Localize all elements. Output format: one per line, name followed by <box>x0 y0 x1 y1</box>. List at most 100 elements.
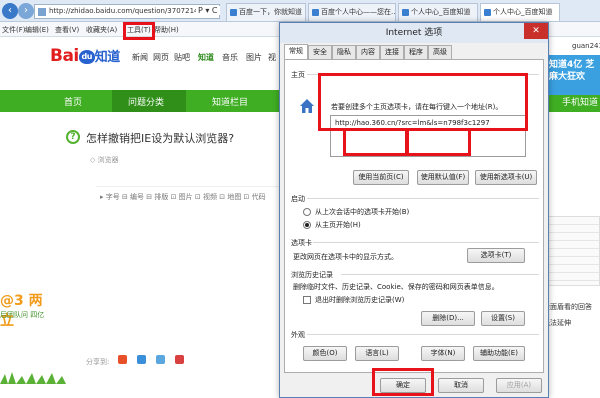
tab-privacy[interactable]: 隐私 <box>332 45 356 59</box>
colors-button[interactable]: 颜色(O) <box>303 346 347 361</box>
nav-video[interactable]: 视 <box>268 52 276 63</box>
share-renren-icon[interactable] <box>175 355 184 364</box>
apply-button[interactable]: 应用(A) <box>496 378 542 393</box>
close-icon[interactable]: ✕ <box>524 23 548 39</box>
history-group-label: 浏览历史记录 <box>291 271 333 279</box>
panel-row <box>546 241 599 249</box>
delete-on-exit-label: 退出时删除浏览历史记录(W) <box>315 296 405 304</box>
divider <box>307 198 539 199</box>
nav-news[interactable]: 新闻 <box>132 52 148 63</box>
highlight-homepage-url <box>318 73 528 131</box>
divider <box>307 334 539 335</box>
browser-titlebar: ‹ › http://zhidao.baidu.com/question/370… <box>0 0 600 22</box>
right-promo-banner[interactable]: 知道4亿 芝麻大狂欢 <box>545 55 600 95</box>
browser-tab-1[interactable]: 百度一下，你就知道 <box>226 3 306 21</box>
left-promo-banner[interactable]: @3 两立 后团队问 四亿 <box>0 290 50 336</box>
divider <box>341 274 539 275</box>
share-qzone-icon[interactable] <box>137 355 146 364</box>
baidu-icon <box>230 9 237 16</box>
promo-subline: 后团队问 四亿 <box>0 311 45 319</box>
cancel-button[interactable]: 取消 <box>438 378 484 393</box>
fonts-button[interactable]: 字体(N) <box>421 346 465 361</box>
greenbar-columns[interactable]: 知道栏目 <box>212 95 248 108</box>
editor-toolbar[interactable]: ▸ 字号 ⊟ 编号 ⊟ 排版 ⊡ 图片 ⊡ 视频 ⊡ 地图 ⊡ 代码 <box>100 192 266 202</box>
startup-option-1-label: 从上次会话中的选项卡开始(B) <box>315 208 410 216</box>
answer-editor[interactable] <box>96 186 280 336</box>
baidu-icon <box>484 9 491 16</box>
accessibility-button[interactable]: 辅助功能(E) <box>473 346 525 361</box>
use-current-button[interactable]: 使用当前页(C) <box>353 170 409 185</box>
delete-on-exit-checkbox[interactable] <box>303 296 311 304</box>
tab-content[interactable]: 内容 <box>356 45 380 59</box>
nav-music[interactable]: 音乐 <box>222 52 238 63</box>
browser-tab-4[interactable]: 个人中心_百度知道 <box>480 3 560 21</box>
startup-homepage-radio[interactable] <box>303 221 311 229</box>
share-label: 分享到: <box>86 358 110 366</box>
greenbar-categories[interactable]: 问题分类 <box>128 95 164 108</box>
dialog-title: Internet 选项 <box>280 23 548 43</box>
menu-view[interactable]: 查看(V) <box>55 25 79 35</box>
browser-tab-3[interactable]: 个人中心_百度知道 <box>398 3 478 21</box>
highlight-tools-menu <box>123 22 155 40</box>
nav-images[interactable]: 图片 <box>246 52 262 63</box>
tab-label: 个人中心_百度知道 <box>411 8 471 16</box>
tabs-description: 更改网页在选项卡中的显示方式。 <box>293 253 398 261</box>
browser-tab-2[interactable]: 百度个人中心——您在... <box>308 3 396 21</box>
menu-favorites[interactable]: 收藏夹(A) <box>86 25 117 35</box>
greenbar-mobile[interactable]: 手机知道 <box>562 95 598 108</box>
panel-row <box>546 257 599 265</box>
tab-advanced[interactable]: 高级 <box>428 45 452 59</box>
tag-browser[interactable]: ◇ 浏览器 <box>90 155 119 165</box>
nav-zhidao[interactable]: 知道 <box>198 52 214 63</box>
use-new-tab-button[interactable]: 使用新选项卡(U) <box>475 170 537 185</box>
tab-label: 百度个人中心——您在... <box>321 8 396 16</box>
tab-general[interactable]: 常规 <box>284 44 308 59</box>
tab-connections[interactable]: 连接 <box>380 45 404 59</box>
back-button[interactable]: ‹ <box>2 3 18 19</box>
menu-file[interactable]: 文件(F) <box>2 25 26 35</box>
baidu-icon <box>402 9 409 16</box>
menu-help[interactable]: 帮助(H) <box>154 25 179 35</box>
tab-security[interactable]: 安全 <box>308 45 332 59</box>
question-title: 怎样撤销把IE设为默认浏览器? <box>86 132 235 145</box>
tab-programs[interactable]: 程序 <box>404 45 428 59</box>
username[interactable]: guan2419 <box>572 42 600 50</box>
share-weibo-icon[interactable] <box>118 355 127 364</box>
highlight-use-default <box>405 128 471 156</box>
share-tencent-icon[interactable] <box>156 355 165 364</box>
menu-edit[interactable]: 编辑(E) <box>25 25 49 35</box>
tab-label: 百度一下，你就知道 <box>239 8 302 16</box>
panel-row <box>546 217 599 225</box>
home-group-label: 主页 <box>291 71 305 79</box>
right-link-1[interactable]: 金面盾看的回答 <box>543 302 592 312</box>
divider <box>313 242 539 243</box>
startup-last-session-radio[interactable] <box>303 208 311 216</box>
forward-button[interactable]: › <box>18 3 34 19</box>
history-settings-button[interactable]: 设置(S) <box>481 311 525 326</box>
address-text: http://zhidao.baidu.com/question/3707214… <box>49 7 220 15</box>
address-controls[interactable]: P ▾ C <box>196 6 220 15</box>
page-icon <box>38 8 46 16</box>
languages-button[interactable]: 语言(L) <box>355 346 399 361</box>
panel-row <box>546 249 599 257</box>
nav-web[interactable]: 网页 <box>153 52 169 63</box>
logo-text: Bai <box>50 46 79 66</box>
nav-tieba[interactable]: 贴吧 <box>174 52 190 63</box>
panel-row <box>546 225 599 233</box>
logo-zhidao: 知道 <box>94 50 121 65</box>
startup-group-label: 启动 <box>291 195 305 203</box>
home-icon <box>300 99 314 113</box>
greenbar-home[interactable]: 首页 <box>64 95 82 108</box>
right-side-panel <box>545 216 600 286</box>
baidu-logo[interactable]: Bai du 知道 <box>50 46 120 66</box>
address-bar[interactable]: http://zhidao.baidu.com/question/3707214… <box>34 4 220 19</box>
use-default-button[interactable]: 使用默认值(F) <box>417 170 469 185</box>
startup-option-2-label: 从主页开始(H) <box>315 221 361 229</box>
grass-decoration-icon <box>0 372 66 384</box>
paw-icon: du <box>78 50 95 64</box>
tabs-group-label: 选项卡 <box>291 239 312 247</box>
baidu-icon <box>312 9 319 16</box>
tag-label: 浏览器 <box>97 156 119 164</box>
delete-history-button[interactable]: 删除(D)... <box>421 311 475 326</box>
tabs-settings-button[interactable]: 选项卡(T) <box>467 248 525 263</box>
